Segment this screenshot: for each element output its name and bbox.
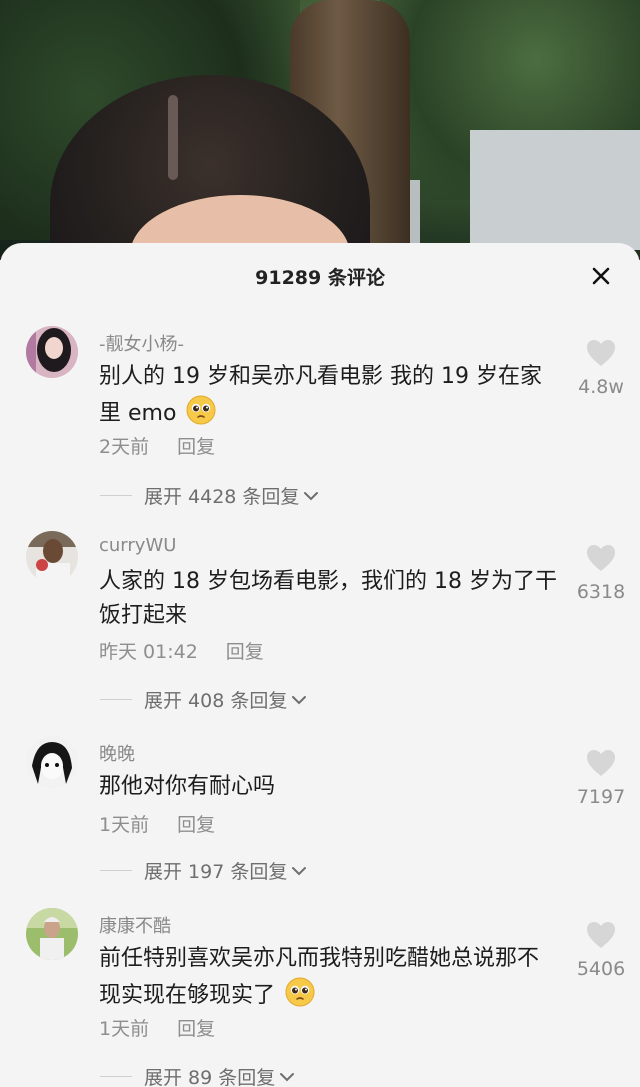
pleading-face-emoji-icon <box>185 394 217 426</box>
expand-divider <box>100 1076 132 1077</box>
avatar[interactable] <box>26 736 78 788</box>
comment-time: 2天前 <box>99 436 150 458</box>
expand-replies-label: 展开 89 条回复 <box>144 1067 276 1087</box>
comment-time: 1天前 <box>99 1018 150 1040</box>
comment-text: 人家的 18 岁包场看电影，我们的 18 岁为了干饭打起来 <box>99 565 559 633</box>
comment-text: 前任特别喜欢吴亦凡而我特别吃醋她总说那不现实现在够现实了 <box>99 942 559 1013</box>
chevron-down-icon <box>279 1066 295 1087</box>
comment-text: 那他对你有耐心吗 <box>99 770 559 804</box>
expand-replies-button[interactable]: 展开 89 条回复 <box>100 1063 295 1087</box>
like-button[interactable]: 7197 <box>570 748 632 808</box>
expand-replies-label: 展开 197 条回复 <box>144 861 288 883</box>
reply-button[interactable]: 回复 <box>177 436 215 458</box>
expand-replies-button[interactable]: 展开 4428 条回复 <box>100 482 319 509</box>
comment-meta: 1天前 回复 <box>99 810 215 837</box>
comment-meta: 2天前 回复 <box>99 432 215 459</box>
comment-text-body: 别人的 19 岁和吴亦凡看电影 我的 19 岁在家里 emo <box>99 364 542 426</box>
avatar-image <box>26 326 78 378</box>
like-button[interactable]: 4.8w <box>570 338 632 398</box>
comment-item: curryWU 人家的 18 岁包场看电影，我们的 18 岁为了干饭打起来 昨天… <box>0 531 640 721</box>
heart-icon <box>587 750 615 776</box>
expand-replies-label: 展开 408 条回复 <box>144 690 288 712</box>
hair-part <box>168 95 178 180</box>
heart-icon <box>587 545 615 571</box>
comment-username[interactable]: curryWU <box>99 535 176 556</box>
video-background <box>0 0 640 260</box>
like-count: 7197 <box>576 786 626 808</box>
comment-text-body: 前任特别喜欢吴亦凡而我特别吃醋她总说那不现实现在够现实了 <box>99 946 540 1008</box>
like-count: 6318 <box>576 581 626 603</box>
comment-count-title: 91289 条评论 <box>255 267 385 289</box>
avatar[interactable] <box>26 908 78 960</box>
pleading-face-emoji-icon <box>284 976 316 1008</box>
comment-sheet: 91289 条评论 -靓女小杨- 别人的 19 岁和吴亦凡看电影 我的 19 岁… <box>0 243 640 1087</box>
comment-meta: 昨天 01:42 回复 <box>99 637 264 664</box>
building <box>470 130 640 250</box>
avatar[interactable] <box>26 326 78 378</box>
comment-text-body: 那他对你有耐心吗 <box>99 774 276 799</box>
comment-username[interactable]: 晚晚 <box>99 740 135 766</box>
reply-button[interactable]: 回复 <box>226 641 264 663</box>
avatar-image <box>26 531 78 583</box>
chevron-down-icon <box>291 689 307 711</box>
comment-text-body: 人家的 18 岁包场看电影，我们的 18 岁为了干饭打起来 <box>99 569 557 628</box>
close-button[interactable] <box>584 259 618 293</box>
heart-icon <box>587 340 615 366</box>
expand-divider <box>100 699 132 700</box>
reply-button[interactable]: 回复 <box>177 1018 215 1040</box>
avatar-image <box>26 908 78 960</box>
sheet-header: 91289 条评论 <box>0 243 640 305</box>
comment-username[interactable]: 康康不酷 <box>99 912 171 938</box>
expand-divider <box>100 495 132 496</box>
comment-item: 晚晚 那他对你有耐心吗 1天前 回复 展开 197 条回复 7197 <box>0 736 640 896</box>
like-button[interactable]: 5406 <box>570 920 632 980</box>
like-button[interactable]: 6318 <box>570 543 632 603</box>
chevron-down-icon <box>303 485 319 507</box>
expand-replies-label: 展开 4428 条回复 <box>144 486 300 508</box>
avatar[interactable] <box>26 531 78 583</box>
reply-button[interactable]: 回复 <box>177 814 215 836</box>
close-icon <box>592 267 610 285</box>
comment-username[interactable]: -靓女小杨- <box>99 330 184 356</box>
expand-replies-button[interactable]: 展开 408 条回复 <box>100 686 307 713</box>
comment-time: 昨天 01:42 <box>99 641 198 663</box>
chevron-down-icon <box>291 860 307 882</box>
avatar-image <box>26 736 78 788</box>
comment-meta: 1天前 回复 <box>99 1014 215 1041</box>
heart-icon <box>587 922 615 948</box>
expand-replies-button[interactable]: 展开 197 条回复 <box>100 857 307 884</box>
comment-text: 别人的 19 岁和吴亦凡看电影 我的 19 岁在家里 emo <box>99 360 559 431</box>
expand-divider <box>100 870 132 871</box>
comment-time: 1天前 <box>99 814 150 836</box>
like-count: 5406 <box>576 958 626 980</box>
like-count: 4.8w <box>578 376 624 398</box>
comment-item: 康康不酷 前任特别喜欢吴亦凡而我特别吃醋她总说那不现实现在够现实了 1天前 回复 … <box>0 908 640 1087</box>
comment-item: -靓女小杨- 别人的 19 岁和吴亦凡看电影 我的 19 岁在家里 emo 2天… <box>0 326 640 516</box>
